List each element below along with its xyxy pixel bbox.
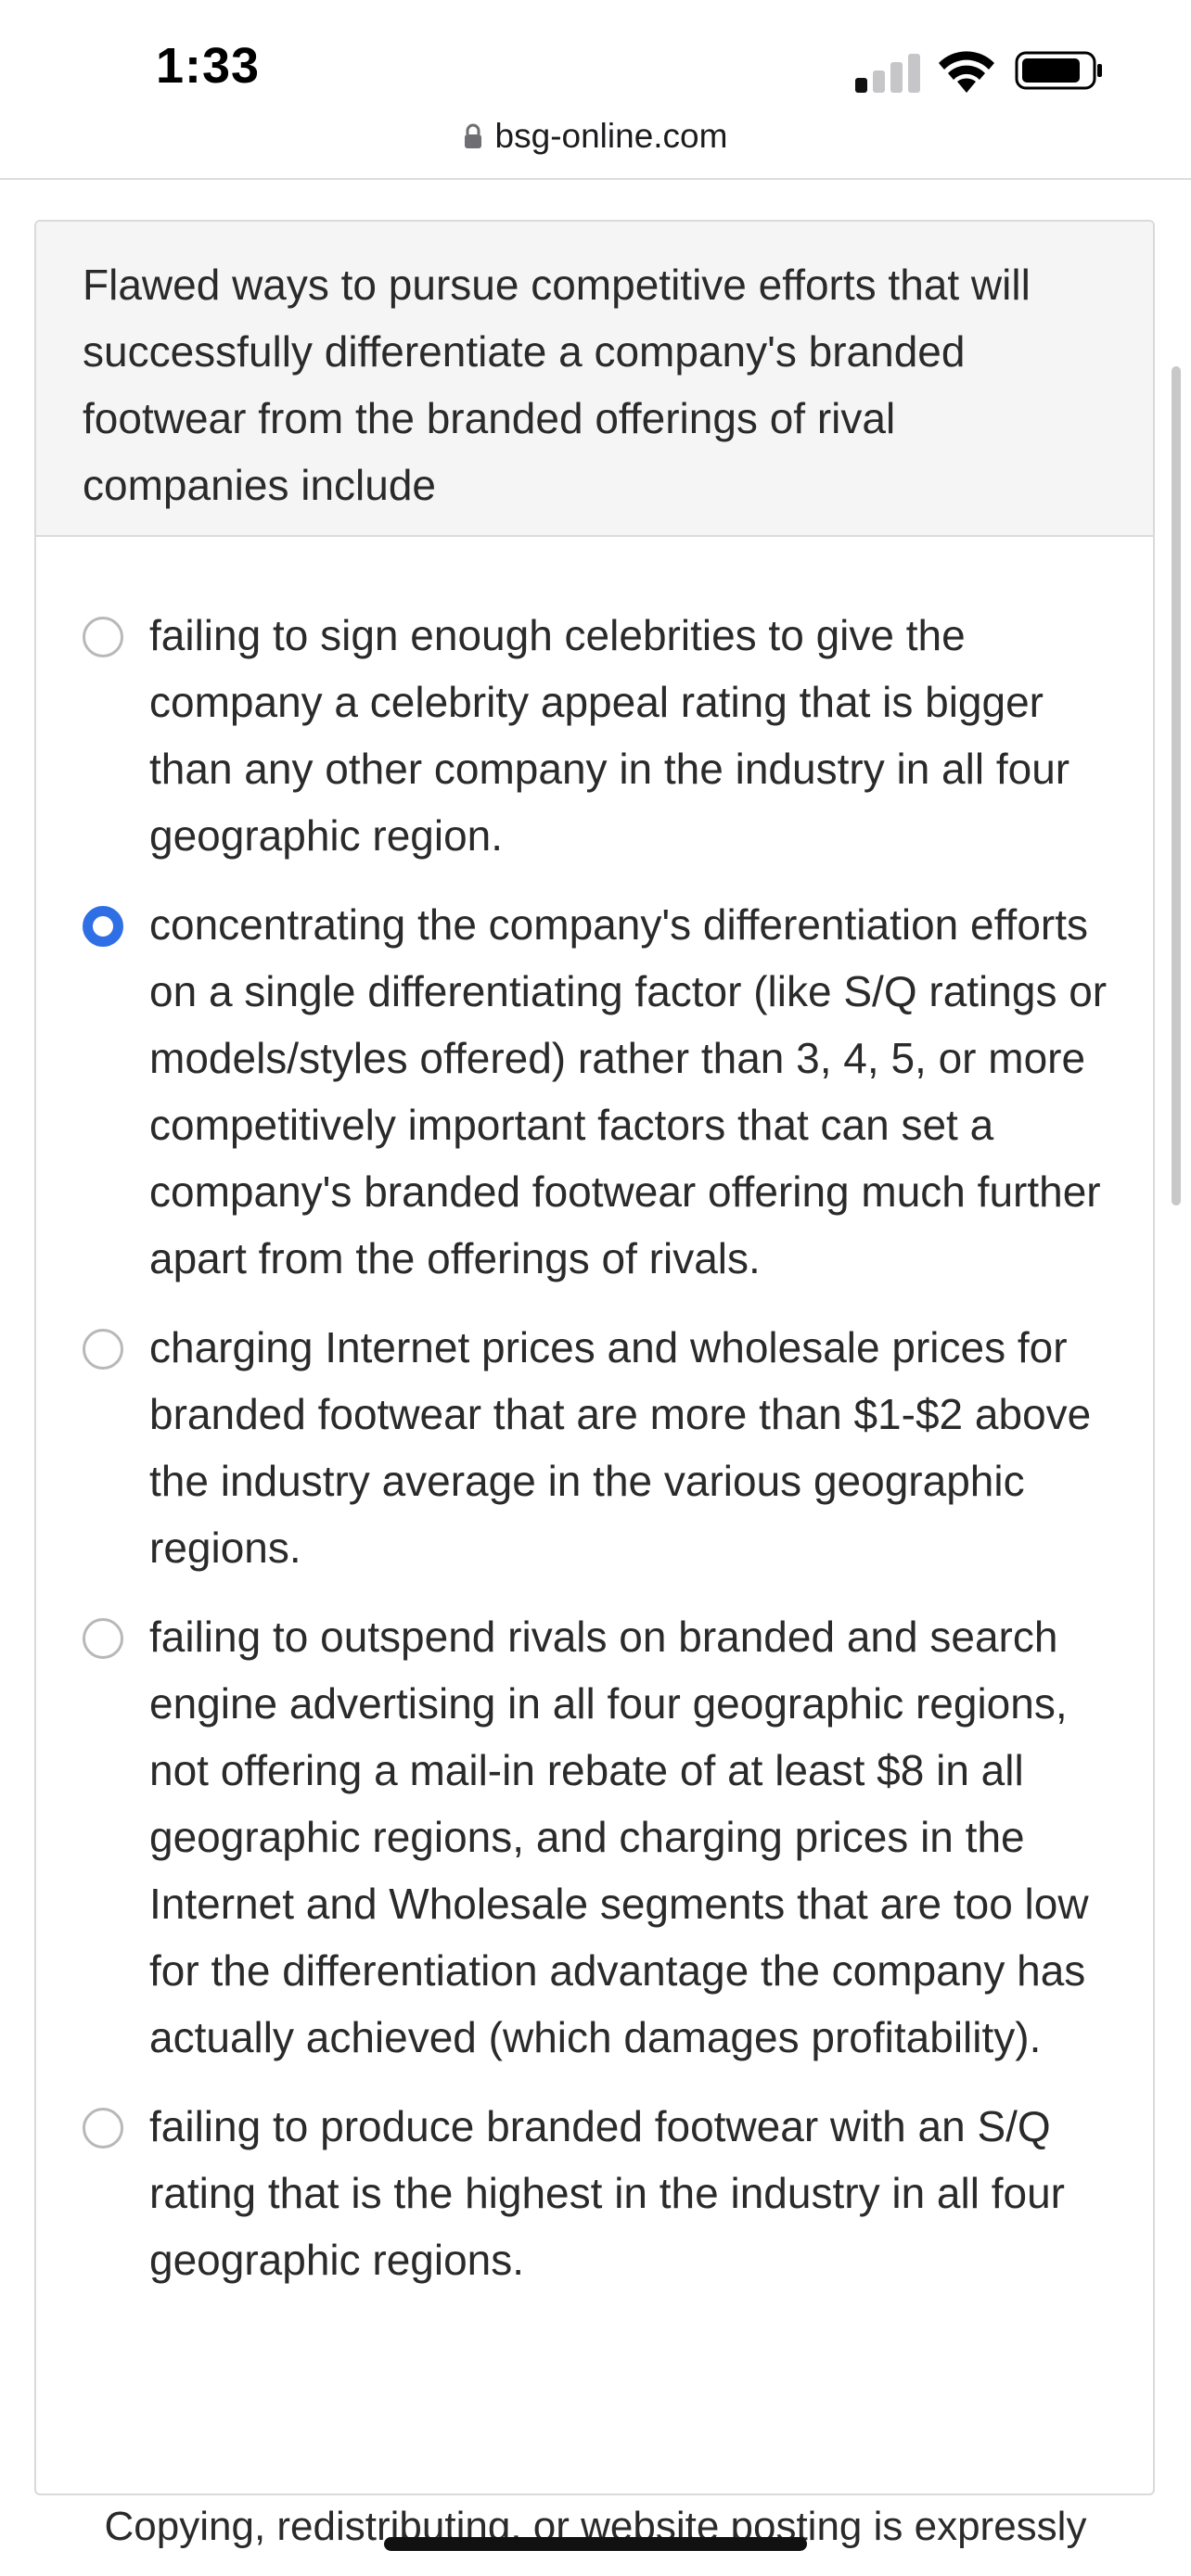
status-bar: 1:33: [0, 0, 1191, 111]
answer-option-3[interactable]: charging Internet prices and wholesale p…: [36, 1314, 1153, 1581]
radio-button-3[interactable]: [83, 1329, 123, 1370]
answer-option-4[interactable]: failing to outspend rivals on branded an…: [36, 1603, 1153, 2071]
lock-icon: [464, 123, 481, 148]
battery-icon: [1015, 51, 1102, 90]
radio-button-4[interactable]: [83, 1618, 123, 1659]
url-text: bsg-online.com: [494, 117, 728, 155]
question-text: Flawed ways to pursue competitive effort…: [36, 222, 1153, 537]
answer-option-2[interactable]: concentrating the company's differentiat…: [36, 891, 1153, 1292]
answer-option-label: failing to produce branded footwear with…: [149, 2102, 1066, 2284]
header-divider: [0, 178, 1191, 180]
home-indicator[interactable]: [384, 2537, 807, 2551]
status-time: 1:33: [156, 38, 261, 94]
answer-option-1[interactable]: failing to sign enough celebrities to gi…: [36, 602, 1153, 869]
radio-button-1[interactable]: [83, 617, 123, 657]
question-card: Flawed ways to pursue competitive effort…: [34, 220, 1155, 2495]
cellular-signal-icon: [855, 54, 920, 93]
scrollbar[interactable]: [1172, 366, 1181, 1205]
radio-button-5[interactable]: [83, 2108, 123, 2149]
answer-option-label: concentrating the company's differentiat…: [149, 900, 1108, 1282]
answer-option-label: failing to sign enough celebrities to gi…: [149, 611, 1070, 860]
answer-option-label: charging Internet prices and wholesale p…: [149, 1323, 1092, 1572]
wifi-icon: [939, 51, 994, 93]
radio-button-2-selected[interactable]: [83, 906, 123, 947]
answer-option-5[interactable]: failing to produce branded footwear with…: [36, 2093, 1153, 2293]
address-bar[interactable]: bsg-online.com: [0, 111, 1191, 178]
answer-options: failing to sign enough celebrities to gi…: [36, 602, 1153, 2315]
answer-option-label: failing to outspend rivals on branded an…: [149, 1613, 1089, 2061]
